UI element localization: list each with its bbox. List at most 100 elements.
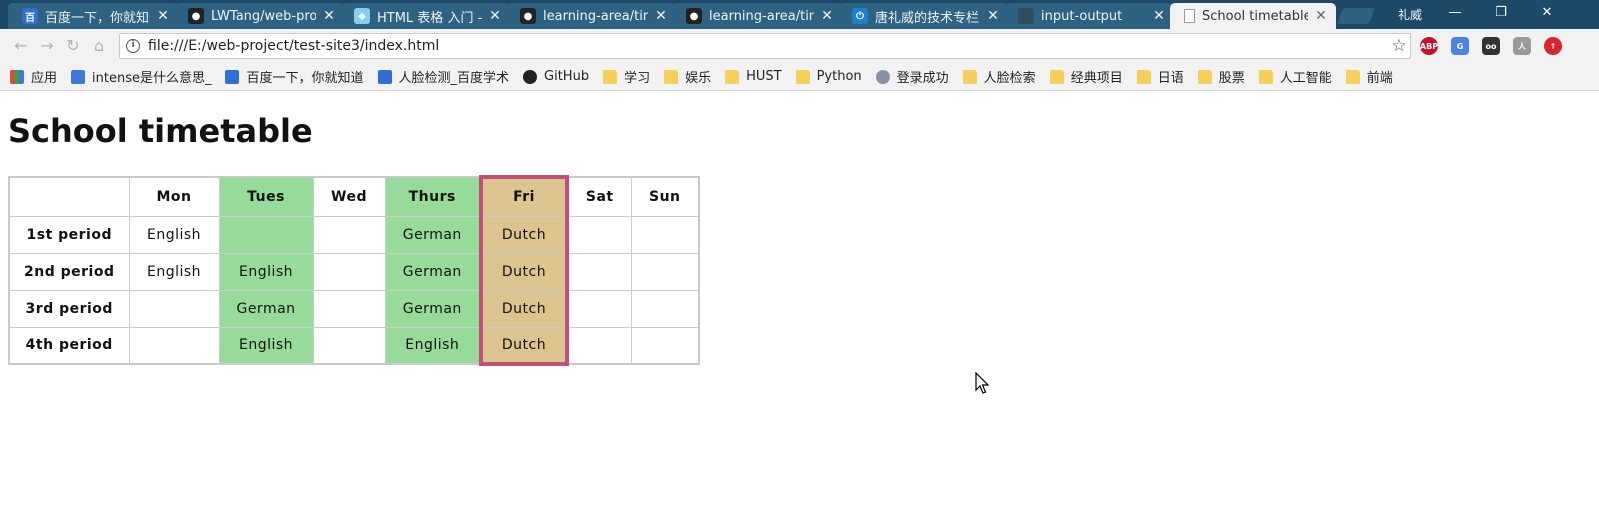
bookmark-folder-stocks[interactable]: 股票 [1197, 67, 1245, 86]
bookmark-baidu[interactable]: 百度一下，你就知道 [225, 67, 364, 86]
period-label: 4th period [8, 326, 130, 365]
bookmark-folder-japanese[interactable]: 日语 [1136, 67, 1184, 86]
bookmark-folder-frontend[interactable]: 前端 [1345, 67, 1393, 86]
bookmark-label: 娱乐 [685, 71, 712, 86]
mdn-icon: ◆ [354, 8, 370, 24]
tab-baidu[interactable]: 百 百度一下，你就知道 ✕ [8, 3, 178, 29]
bookmark-label: 人脸检测_百度学术 [398, 71, 510, 86]
table-cell: Dutch [479, 289, 569, 328]
bookmark-folder-study[interactable]: 学习 [603, 67, 650, 86]
bookmark-github[interactable]: GitHub [523, 69, 589, 84]
header-cell-fri: Fri [479, 175, 569, 217]
github-icon: ● [520, 8, 536, 24]
tampermonkey-icon[interactable]: oo [1482, 37, 1500, 55]
tab-title: input-output [1041, 8, 1123, 24]
tab-learning-area-2[interactable]: ● learning-area/time ✕ [672, 3, 842, 29]
profile-name[interactable]: 礼威 [1398, 6, 1422, 23]
bookmark-label: 经典项目 [1070, 71, 1123, 86]
github-icon: ● [686, 8, 702, 24]
close-icon[interactable]: ✕ [654, 9, 668, 23]
close-icon[interactable]: ✕ [1314, 9, 1328, 23]
bookmark-label: intense是什么意思_ [92, 71, 212, 86]
timetable: Mon Tues Wed Thurs Fri Sat Sun 1st perio… [8, 175, 700, 366]
table-cell [566, 252, 632, 291]
bookmark-folder-python[interactable]: Python [795, 69, 862, 84]
table-cell [312, 215, 386, 254]
reload-icon[interactable]: ↻ [64, 37, 82, 55]
bookmark-label: 百度一下，你就知道 [246, 71, 364, 86]
bookmark-intense[interactable]: intense是什么意思_ [71, 67, 211, 86]
table-cell: German [384, 215, 482, 254]
folder-icon [962, 69, 977, 84]
close-icon[interactable]: ✕ [1152, 9, 1166, 23]
tab-school-timetable[interactable]: School timetable ✕ [1170, 3, 1336, 29]
table-cell [630, 252, 700, 291]
tab-title: learning-area/time [709, 8, 814, 24]
tab-input-output[interactable]: input-output ✕ [1004, 3, 1174, 29]
forward-arrow-icon[interactable]: → [38, 37, 56, 55]
close-window-icon[interactable]: ✕ [1538, 4, 1556, 22]
bookmark-label: 日语 [1157, 71, 1184, 86]
google-translate-icon[interactable]: G [1451, 37, 1469, 55]
page-title: School timetable [8, 112, 313, 150]
table-cell: English [218, 252, 314, 291]
table-cell: English [128, 215, 220, 254]
close-icon[interactable]: ✕ [820, 9, 834, 23]
bookmark-label: 人工智能 [1279, 71, 1332, 86]
close-icon[interactable]: ✕ [986, 9, 1000, 23]
header-cell-sat: Sat [566, 176, 632, 217]
table-cell [630, 215, 700, 254]
period-label: 1st period [8, 215, 130, 254]
bookmark-label: 学习 [624, 71, 651, 86]
browser-toolbar: ← → ↻ ⌂ i file:///E:/web-project/test-si… [0, 29, 1599, 63]
info-icon[interactable]: i [126, 39, 140, 53]
bookmark-face-detect[interactable]: 人脸检测_百度学术 [377, 67, 510, 86]
close-icon[interactable]: ✕ [488, 9, 502, 23]
pdf-icon[interactable]: 人 [1513, 37, 1531, 55]
table-cell [312, 252, 386, 291]
tab-learning-area-1[interactable]: ● learning-area/time ✕ [506, 3, 676, 29]
bookmark-label: 前端 [1366, 71, 1393, 86]
table-cell: German [384, 252, 482, 291]
bookmark-label: 股票 [1218, 71, 1245, 86]
back-arrow-icon[interactable]: ← [12, 37, 30, 55]
bookmark-folder-ai[interactable]: 人工智能 [1258, 67, 1332, 86]
upload-icon[interactable]: ↑ [1544, 37, 1562, 55]
header-cell-wed: Wed [312, 176, 386, 217]
period-label: 3rd period [8, 289, 130, 328]
new-tab-button[interactable] [1337, 8, 1375, 24]
baidu-paw-icon [377, 69, 392, 84]
tab-strip: 百 百度一下，你就知道 ✕ ● LWTang/web-proje ✕ ◆ HTM… [0, 0, 1599, 29]
close-icon[interactable]: ✕ [156, 9, 170, 23]
table-cell [312, 326, 386, 365]
bookmark-login[interactable]: 登录成功 [875, 67, 949, 86]
table-row: 2nd period English English German Dutch [8, 252, 700, 291]
table-cell: English [128, 252, 220, 291]
adblock-plus-icon[interactable]: ABP [1420, 37, 1438, 55]
bookmark-folder-entertainment[interactable]: 娱乐 [664, 67, 711, 86]
bookmark-folder-hust[interactable]: HUST [725, 69, 782, 84]
close-icon[interactable]: ✕ [322, 9, 336, 23]
globe-icon [875, 69, 890, 84]
minimize-icon[interactable]: — [1446, 4, 1464, 22]
tab-tech-blog[interactable]: ⏻ 唐礼威的技术专栏 ✕ [838, 3, 1008, 29]
page-icon [1018, 8, 1034, 24]
home-icon[interactable]: ⌂ [90, 37, 108, 55]
table-cell [566, 326, 632, 365]
folder-icon [1049, 69, 1064, 84]
bookmark-apps[interactable]: 应用 [10, 67, 57, 86]
github-icon: ● [188, 8, 204, 24]
header-cell-sun: Sun [630, 176, 700, 217]
restore-icon[interactable]: ❐ [1492, 4, 1510, 22]
address-bar[interactable]: i file:///E:/web-project/test-site3/inde… [119, 33, 1411, 59]
tab-github-web-project[interactable]: ● LWTang/web-proje ✕ [174, 3, 344, 29]
header-cell-corner [8, 176, 130, 217]
table-cell: English [384, 326, 482, 365]
tab-mdn-html-table[interactable]: ◆ HTML 表格 入门 - 学 ✕ [340, 3, 510, 29]
url-text[interactable]: file:///E:/web-project/test-site3/index.… [148, 38, 1388, 54]
bookmark-star-icon[interactable]: ☆ [1388, 36, 1410, 56]
bookmark-folder-face-search[interactable]: 人脸检索 [962, 67, 1036, 86]
bookmark-label: HUST [746, 69, 782, 84]
bookmark-folder-classic[interactable]: 经典项目 [1049, 67, 1123, 86]
tab-title: 唐礼威的技术专栏 [875, 10, 980, 26]
